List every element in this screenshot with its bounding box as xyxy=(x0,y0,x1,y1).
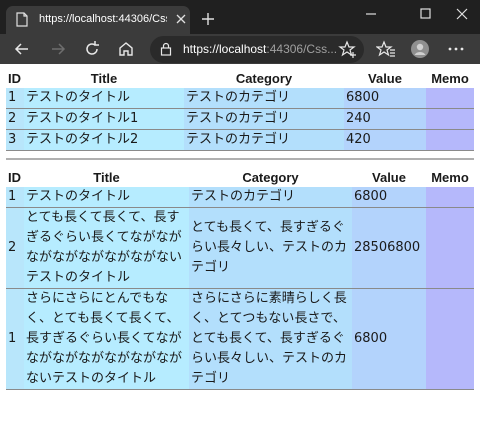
cell-memo xyxy=(426,108,474,130)
cell-title: さらにさらにとんでもなく、とても長くて長くて、長すぎるぐらい長くてながながながな… xyxy=(24,288,189,390)
profile-avatar-icon[interactable] xyxy=(410,39,430,59)
back-arrow-icon[interactable] xyxy=(12,39,32,59)
cell-id: 1 xyxy=(6,88,24,109)
cell-memo xyxy=(426,129,474,151)
cell-title: テストのタイトル2 xyxy=(24,129,184,151)
cell-id: 3 xyxy=(6,129,24,151)
cell-memo xyxy=(426,187,474,208)
url-host: https://localhost xyxy=(183,42,267,56)
tab-strip: https://localhost:44306/CssTable/ xyxy=(0,0,480,34)
browser-tab[interactable]: https://localhost:44306/CssTable/ xyxy=(6,6,190,34)
table-row: 3 テストのタイトル2 テストのカテゴリ 420 xyxy=(6,129,474,151)
cell-value: 240 xyxy=(344,108,426,130)
table-2: ID Title Category Value Memo 1 テストのタイトル … xyxy=(6,167,474,390)
cell-title: とても長くて長くて、長すぎるぐらい長くてながながながながながながながないテストの… xyxy=(24,207,189,289)
close-window-icon[interactable] xyxy=(451,4,473,24)
table-row: 1 さらにさらにとんでもなく、とても長くて長くて、長すぎるぐらい長くてながながな… xyxy=(6,288,474,390)
header-title: Title xyxy=(24,167,189,187)
table-1: ID Title Category Value Memo 1 テストのタイトル … xyxy=(6,68,474,151)
cell-memo xyxy=(426,207,474,289)
header-category: Category xyxy=(189,167,352,187)
cell-title: テストのタイトル xyxy=(24,187,189,208)
header-id: ID xyxy=(6,167,24,187)
tab-title: https://localhost:44306/CssTable/ xyxy=(39,13,167,25)
header-value: Value xyxy=(344,68,426,88)
more-menu-icon[interactable] xyxy=(446,39,466,59)
favorites-icon[interactable] xyxy=(376,39,396,59)
cell-title: テストのタイトル1 xyxy=(24,108,184,130)
close-tab-icon[interactable] xyxy=(174,12,188,26)
url-path: :44306/Css... xyxy=(266,42,338,56)
cell-category: テストのカテゴリ xyxy=(184,108,344,130)
url-text[interactable]: https://localhost:44306/Css... xyxy=(183,42,337,56)
header-memo: Memo xyxy=(426,167,474,187)
divider xyxy=(6,158,474,160)
table-row: 1 テストのタイトル テストのカテゴリ 6800 xyxy=(6,88,474,109)
table-row: 2 テストのタイトル1 テストのカテゴリ 240 xyxy=(6,108,474,130)
lock-icon[interactable] xyxy=(160,42,172,56)
cell-id: 2 xyxy=(6,207,24,289)
cell-memo xyxy=(426,88,474,109)
header-category: Category xyxy=(184,68,344,88)
home-icon[interactable] xyxy=(116,39,136,59)
table-1-header-row: ID Title Category Value Memo xyxy=(6,68,474,88)
minimize-icon[interactable] xyxy=(360,4,382,24)
table-row: 2 とても長くて長くて、長すぎるぐらい長くてながながながながながながながないテス… xyxy=(6,207,474,289)
cell-category: とても長くて、長すぎるぐらい長々しい、テストのカテゴリ xyxy=(189,207,352,289)
cell-value: 6800 xyxy=(344,88,426,109)
forward-arrow-icon[interactable] xyxy=(48,39,68,59)
cell-value: 28506800 xyxy=(352,207,426,289)
cell-title: テストのタイトル xyxy=(24,88,184,109)
header-title: Title xyxy=(24,68,184,88)
address-bar[interactable]: https://localhost:44306/Css... xyxy=(150,36,364,63)
add-favorite-icon[interactable] xyxy=(338,39,358,59)
cell-value: 6800 xyxy=(352,187,426,208)
refresh-icon[interactable] xyxy=(82,39,102,59)
header-value: Value xyxy=(352,167,426,187)
browser-toolbar: https://localhost:44306/Css... xyxy=(0,34,480,64)
page-icon xyxy=(16,12,28,27)
cell-category: テストのカテゴリ xyxy=(184,129,344,151)
cell-value: 420 xyxy=(344,129,426,151)
cell-memo xyxy=(426,288,474,390)
cell-value: 6800 xyxy=(352,288,426,390)
cell-id: 1 xyxy=(6,187,24,208)
page-content: ID Title Category Value Memo 1 テストのタイトル … xyxy=(0,64,480,435)
header-memo: Memo xyxy=(426,68,474,88)
maximize-icon[interactable] xyxy=(414,4,436,24)
cell-category: さらにさらに素晴らしく長く、とてつもない長さで、とても長くて、長すぎるぐらい長々… xyxy=(189,288,352,390)
table-row: 1 テストのタイトル テストのカテゴリ 6800 xyxy=(6,187,474,208)
table-2-header-row: ID Title Category Value Memo xyxy=(6,167,474,187)
cell-id: 1 xyxy=(6,288,24,390)
header-id: ID xyxy=(6,68,24,88)
cell-category: テストのカテゴリ xyxy=(189,187,352,208)
new-tab-icon[interactable] xyxy=(200,11,216,27)
cell-id: 2 xyxy=(6,108,24,130)
cell-category: テストのカテゴリ xyxy=(184,88,344,109)
